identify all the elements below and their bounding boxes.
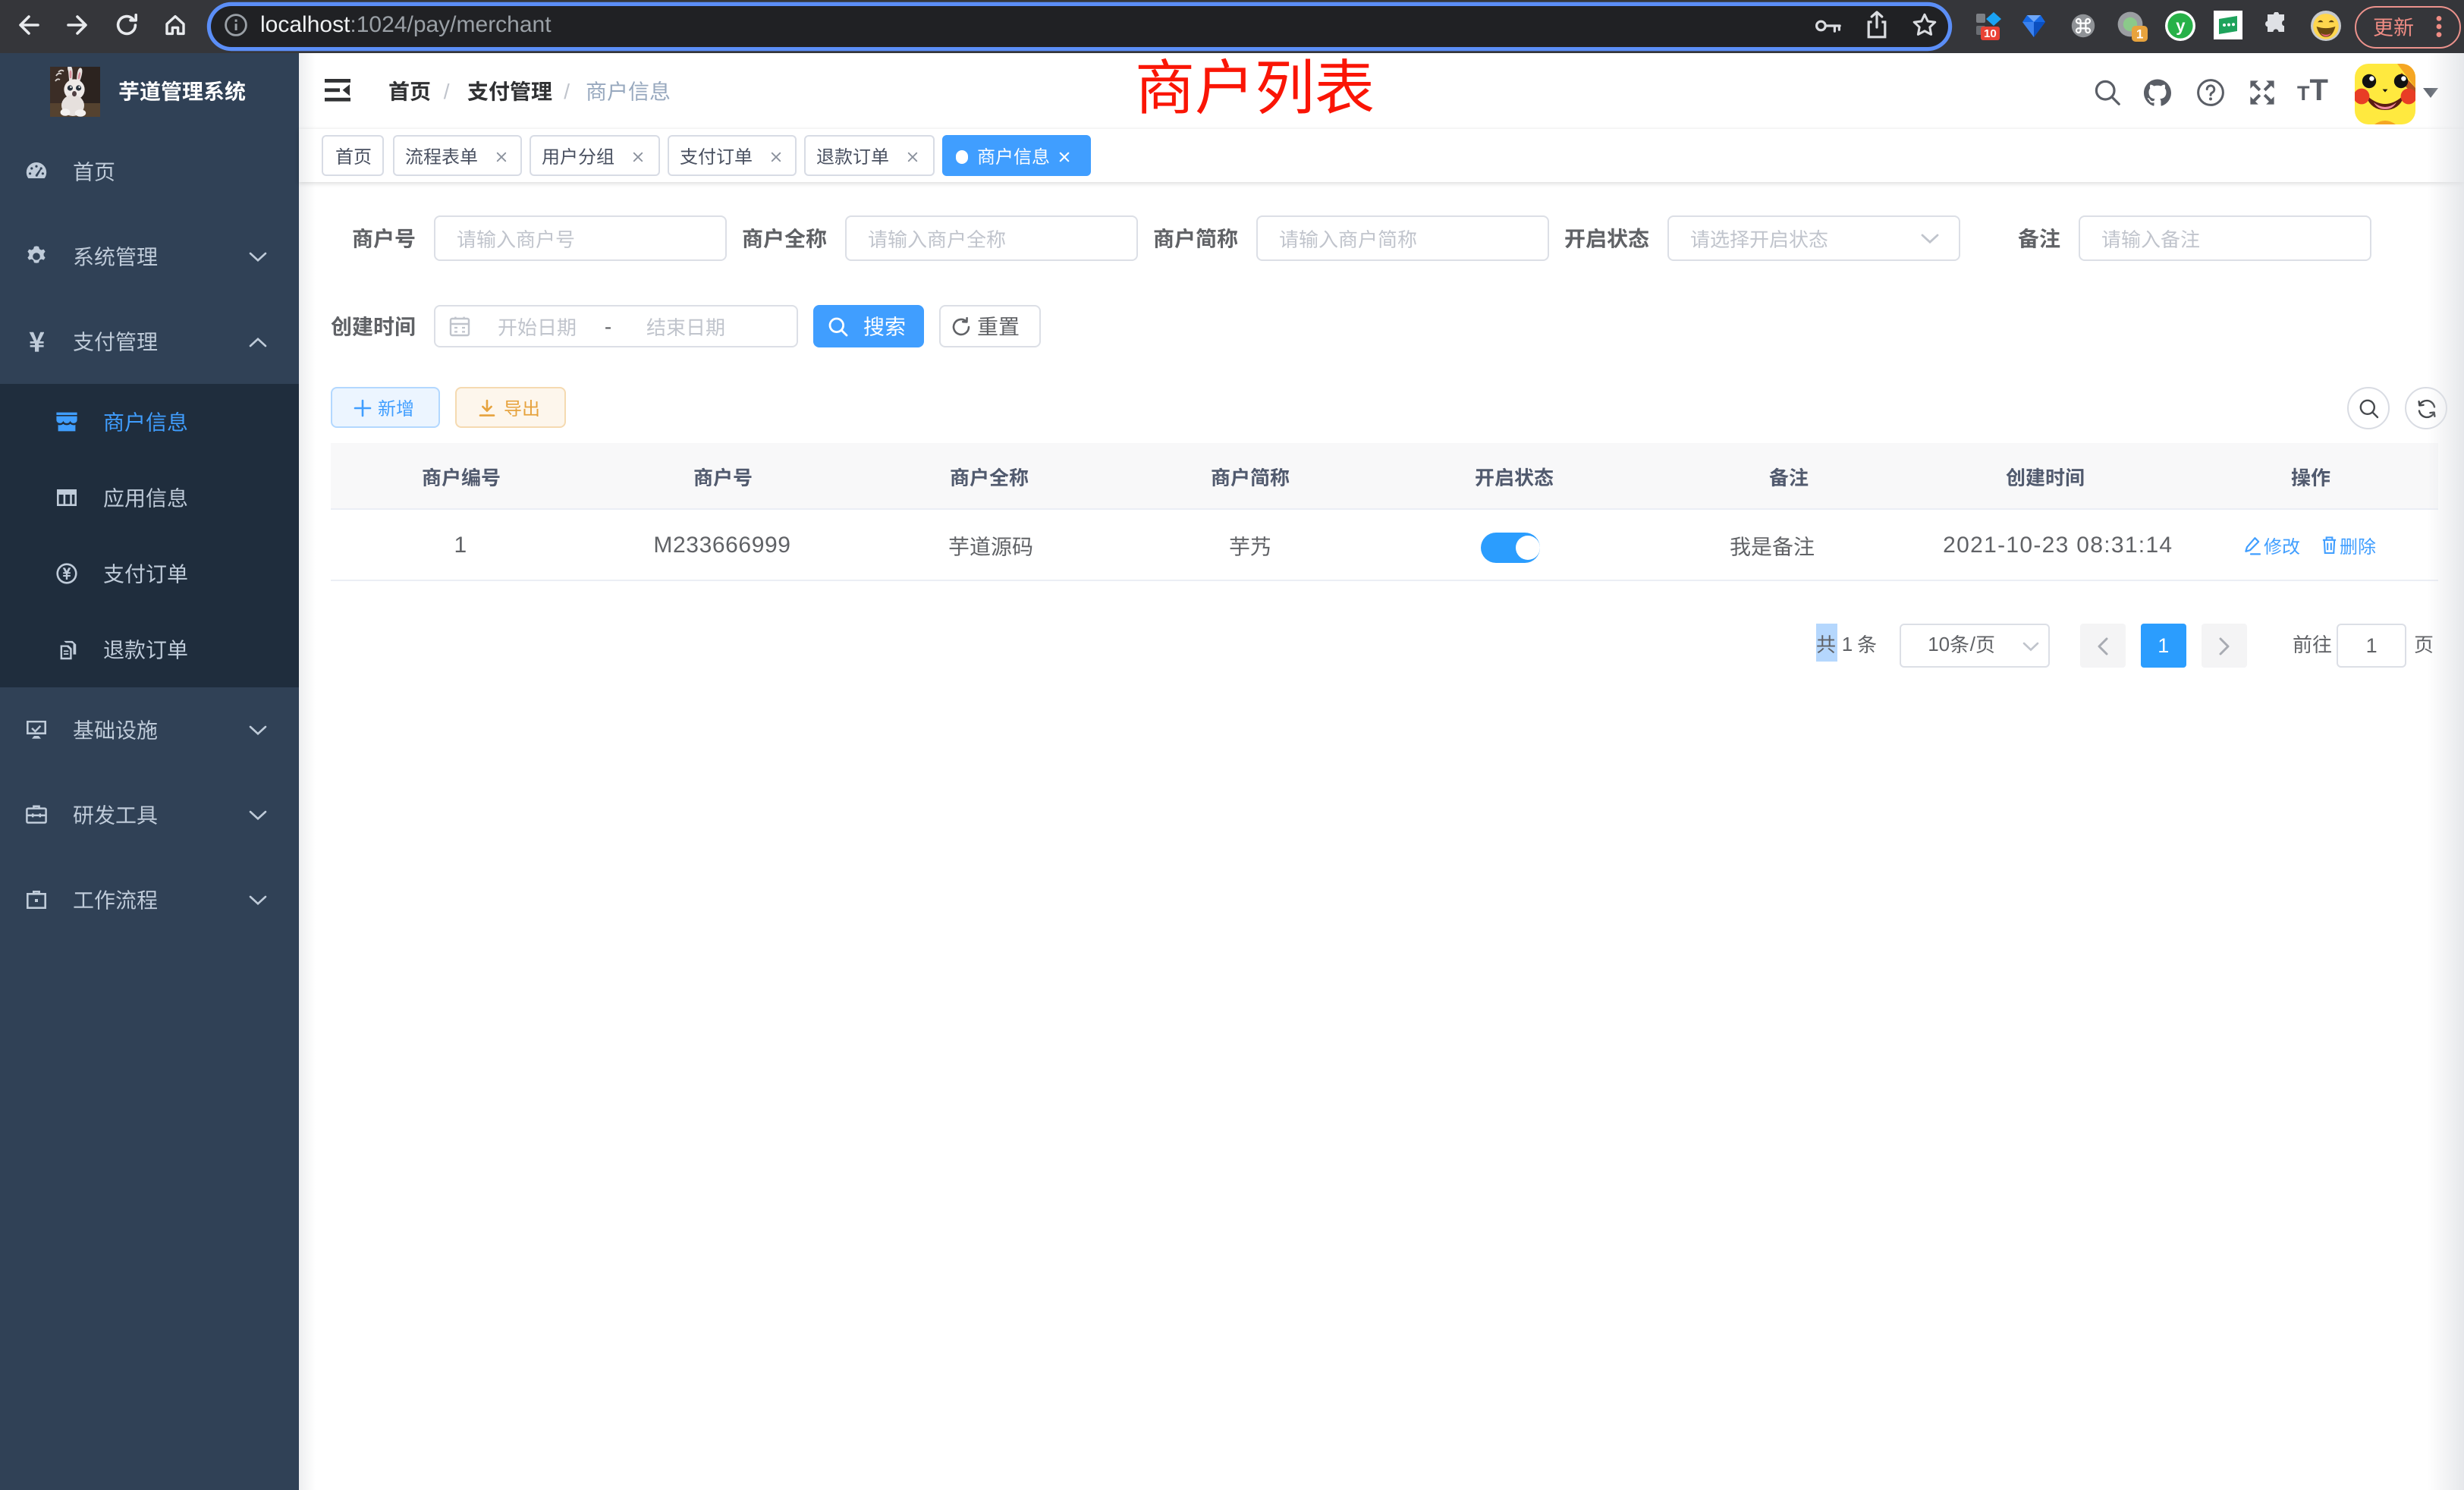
svg-text:y: y xyxy=(2176,17,2186,36)
svg-text:1: 1 xyxy=(2136,27,2143,41)
svg-text:10: 10 xyxy=(1984,27,1997,40)
